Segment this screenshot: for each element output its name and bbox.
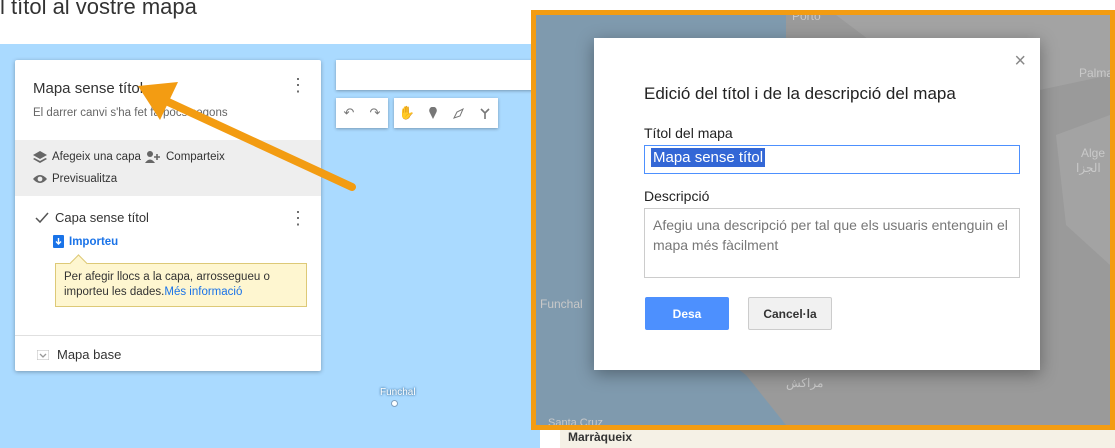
map-label-algeria: Alge xyxy=(1081,146,1106,160)
description-label: Descripció xyxy=(644,188,710,204)
tools-group: ✋ xyxy=(394,98,498,128)
divider xyxy=(15,335,321,336)
dialog-title: Edició del títol i de la descripció del … xyxy=(644,84,956,103)
add-layer-button[interactable]: Afegeix una capa xyxy=(33,151,141,163)
add-layer-label: Afegeix una capa xyxy=(52,151,141,163)
last-change-status: El darrer canvi s'ha fet fa pocs segons xyxy=(33,107,228,119)
map-label-funchal-frame: Funchal xyxy=(540,297,583,311)
highlight-frame: Porto Palma Alge الجزا Funchal مراكش San… xyxy=(531,10,1115,430)
save-button[interactable]: Desa xyxy=(645,297,729,330)
add-person-icon xyxy=(145,151,160,163)
map-place-dot xyxy=(391,400,398,407)
share-label: Comparteix xyxy=(166,151,225,163)
history-group: ↶ ↷ xyxy=(336,98,388,128)
marker-icon[interactable] xyxy=(420,98,446,128)
layer-name[interactable]: Capa sense títol xyxy=(55,210,149,225)
checkmark-icon[interactable] xyxy=(35,212,49,224)
draw-line-icon[interactable] xyxy=(446,98,472,128)
map-label-palma: Palma xyxy=(1079,66,1114,80)
eye-icon xyxy=(33,175,47,183)
import-link[interactable]: Importeu xyxy=(53,235,118,248)
preview-label: Previsualitza xyxy=(52,173,118,185)
cancel-button[interactable]: Cancel·la xyxy=(748,297,832,330)
basemap-label: Mapa base xyxy=(57,347,122,362)
share-button[interactable]: Comparteix xyxy=(145,151,225,163)
map-label-santa-cruz: Santa Cruz xyxy=(548,417,604,429)
panel-actions: Afegeix una capa Comparteix Previsualitz… xyxy=(15,140,321,196)
map-details-panel: Mapa sense títol ⋮ El darrer canvi s'ha … xyxy=(15,60,321,371)
undo-icon[interactable]: ↶ xyxy=(336,98,362,128)
basemap-row[interactable]: Mapa base xyxy=(37,347,121,362)
redo-icon[interactable]: ↷ xyxy=(362,98,388,128)
page-caption: l títol al vostre mapa xyxy=(0,0,197,19)
layer-row[interactable]: Capa sense títol xyxy=(35,210,149,225)
close-icon[interactable]: × xyxy=(1014,50,1026,73)
chevron-down-icon[interactable] xyxy=(37,349,49,360)
preview-button[interactable]: Previsualitza xyxy=(33,173,117,185)
map-toolbar: ↶ ↷ ✋ xyxy=(336,98,498,128)
map-label-algeria-ar: الجزا xyxy=(1076,161,1101,175)
import-hint-tooltip: Per afegir llocs a la capa, arrossegueu … xyxy=(55,263,307,307)
map-label-porto: Porto xyxy=(792,10,821,23)
learn-more-link[interactable]: Més informació xyxy=(164,286,242,298)
more-options-icon[interactable]: ⋮ xyxy=(289,76,307,94)
map-label-funchal: Funchal xyxy=(380,387,416,398)
layer-options-icon[interactable]: ⋮ xyxy=(289,209,307,227)
description-input[interactable]: Afegiu una descripció per tal que els us… xyxy=(644,208,1020,278)
import-file-icon xyxy=(53,235,64,248)
layers-icon xyxy=(33,151,47,163)
directions-icon[interactable] xyxy=(472,98,498,128)
hand-icon[interactable]: ✋ xyxy=(394,98,420,128)
import-label: Importeu xyxy=(69,235,119,248)
map-title-input[interactable]: Mapa sense títol xyxy=(644,145,1020,174)
map-label-marrakesh-ar: مراكش xyxy=(786,376,824,390)
land-strip xyxy=(560,430,1115,448)
search-input[interactable] xyxy=(336,60,540,90)
map-label-marrakesh: Marràqueix xyxy=(568,430,633,444)
map-title[interactable]: Mapa sense títol xyxy=(33,80,143,97)
edit-title-dialog: × Edició del títol i de la descripció de… xyxy=(594,38,1040,370)
map-title-label: Títol del mapa xyxy=(644,125,733,141)
map-title-value: Mapa sense títol xyxy=(651,148,766,167)
